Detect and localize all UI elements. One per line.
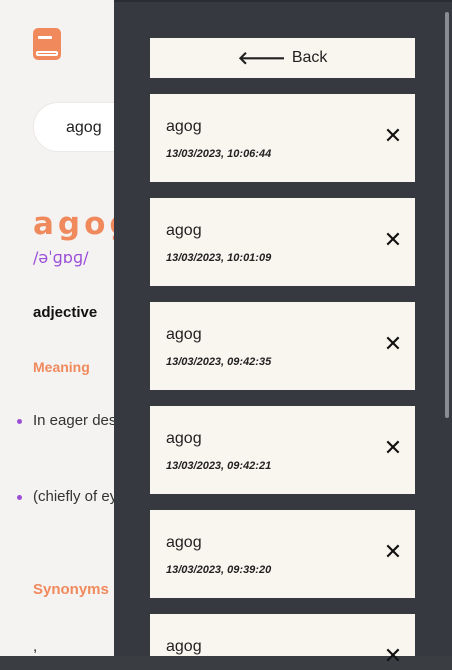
history-item[interactable]: agog 13/03/2023, 09:39:20 ✕ — [150, 510, 415, 598]
history-item-word: agog — [166, 118, 202, 135]
close-icon[interactable]: ✕ — [380, 644, 406, 670]
meaning-heading: Meaning — [33, 359, 90, 375]
history-item[interactable]: agog 13/03/2023, 10:01:09 ✕ — [150, 198, 415, 286]
back-button-label: Back — [291, 49, 328, 66]
part-of-speech: adjective — [33, 304, 98, 321]
history-item-timestamp: 13/03/2023, 09:42:21 — [166, 460, 272, 472]
close-icon[interactable]: ✕ — [380, 124, 406, 150]
back-button[interactable]: 🡐 Back — [150, 38, 415, 78]
search-input-value: agog — [66, 119, 102, 136]
history-item-word: agog — [166, 326, 202, 343]
definition-item: (chiefly of ey — [33, 488, 118, 505]
bullet-icon — [17, 495, 22, 500]
history-item-timestamp: 13/03/2023, 10:06:44 — [166, 148, 272, 160]
definition-item: In eager des — [33, 412, 117, 429]
history-item-word: agog — [166, 222, 202, 239]
drawer-scrollbar[interactable] — [445, 12, 449, 418]
entry-phonetic[interactable]: /əˈɡɒɡ/ — [33, 248, 89, 267]
history-item[interactable]: agog 13/03/2023, 09:42:21 ✕ — [150, 406, 415, 494]
history-item-word: agog — [166, 430, 202, 447]
close-icon[interactable]: ✕ — [380, 332, 406, 358]
history-item[interactable]: agog 13/03/2023, 09:42:35 ✕ — [150, 302, 415, 390]
synonym-list: , — [33, 638, 38, 655]
book-logo-icon[interactable] — [33, 28, 61, 60]
history-item-word: agog — [166, 534, 202, 551]
close-icon[interactable]: ✕ — [380, 540, 406, 566]
history-item-timestamp: 13/03/2023, 09:42:35 — [166, 356, 272, 368]
history-item[interactable]: agog ✕ — [150, 614, 415, 668]
history-item-word: agog — [166, 638, 202, 655]
history-item[interactable]: agog 13/03/2023, 10:06:44 ✕ — [150, 94, 415, 182]
history-item-timestamp: 13/03/2023, 09:39:20 — [166, 564, 272, 576]
arrow-left-icon: 🡐 — [237, 48, 286, 68]
close-icon[interactable]: ✕ — [380, 228, 406, 254]
close-icon[interactable]: ✕ — [380, 436, 406, 462]
history-item-timestamp: 13/03/2023, 10:01:09 — [166, 252, 272, 264]
synonyms-heading: Synonyms — [33, 581, 109, 598]
bullet-icon — [17, 419, 22, 424]
